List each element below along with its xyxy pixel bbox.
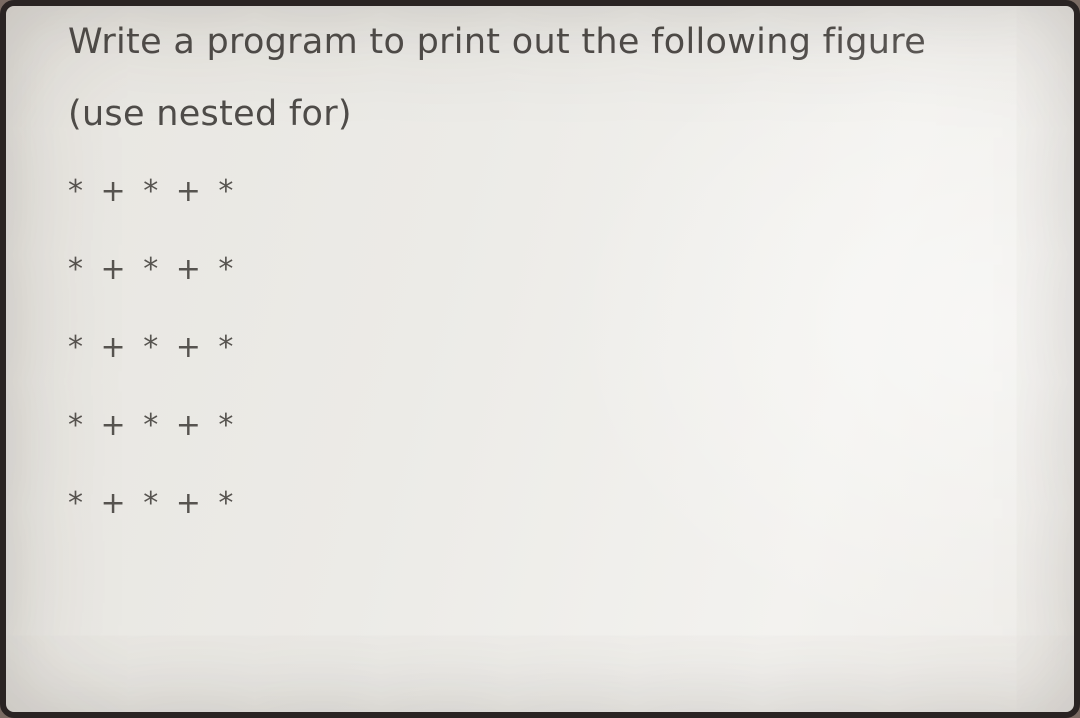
document-content: Write a program to print out the followi… xyxy=(68,22,1034,702)
document-frame: Write a program to print out the followi… xyxy=(0,0,1080,718)
pattern-row: * + * + * xyxy=(68,411,1034,441)
prompt-line-2: (use nested for) xyxy=(68,94,1034,134)
pattern-row: * + * + * xyxy=(68,255,1034,285)
pattern-row: * + * + * xyxy=(68,177,1034,207)
pattern-block: * + * + * * + * + * * + * + * * + * + * … xyxy=(68,177,1034,519)
pattern-row: * + * + * xyxy=(68,489,1034,519)
pattern-row: * + * + * xyxy=(68,333,1034,363)
prompt-line-1: Write a program to print out the followi… xyxy=(68,22,1034,62)
